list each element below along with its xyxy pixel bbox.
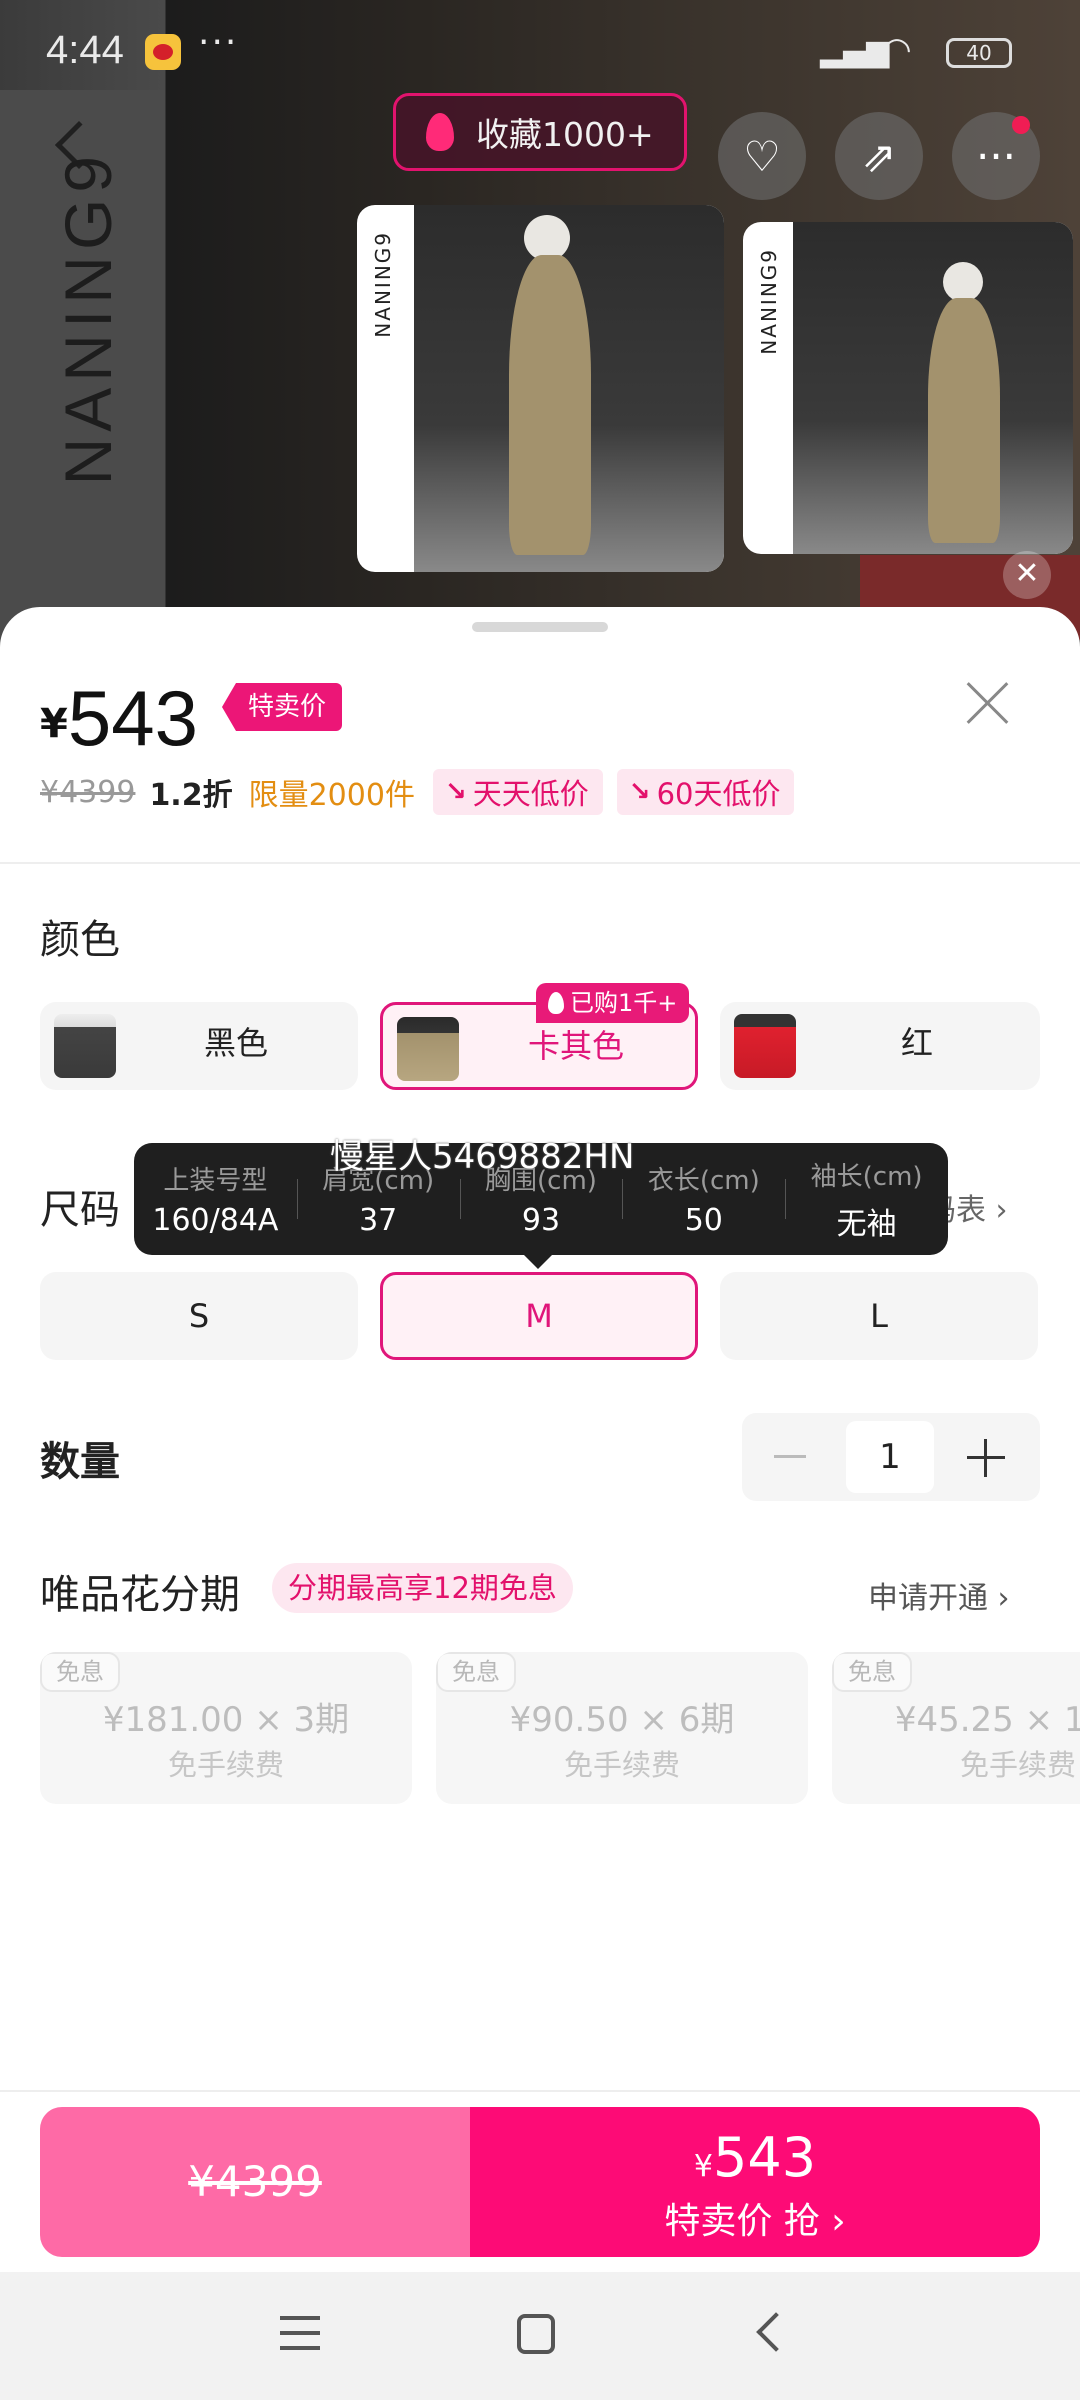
home-icon[interactable] <box>517 2314 555 2354</box>
plan-amount: ¥45.25 × 12期 <box>894 1700 1080 1740</box>
sku-selector-sheet: ¥ 543 特卖价 ¥4399 1.2折 限量2000件 ↘ 天天低价 ↘ 60天低… <box>0 607 1080 2272</box>
quantity-section-title: 数量 <box>40 1439 120 1485</box>
status-more: ··· <box>198 22 239 63</box>
bought-count-badge: 已购1千+ <box>536 983 690 1023</box>
thumbnail-watermark: NANING9 <box>757 248 781 355</box>
color-label: 红 <box>900 1024 933 1062</box>
size-info-cell: 衣长(cm) 50 <box>622 1143 785 1255</box>
limited-quantity: 限量2000件 <box>248 778 415 813</box>
installment-section-title: 唯品花分期 <box>40 1572 240 1618</box>
current-price: 543 <box>67 674 198 762</box>
trend-down-icon: ↘ <box>444 777 467 807</box>
trend-down-icon: ↘ <box>628 777 651 807</box>
thumbnail-watermark: NANING9 <box>371 231 395 338</box>
sale-price: ¥543 <box>693 2126 817 2189</box>
chevron-right-icon: › <box>831 2201 846 2242</box>
flame-icon <box>426 113 454 151</box>
interest-free-badge: 免息 <box>832 1652 912 1692</box>
thumbnail-photo <box>793 222 1073 554</box>
share-button[interactable]: ⇗ <box>835 112 923 200</box>
flame-icon <box>548 992 564 1014</box>
price-row: ¥ 543 <box>40 667 198 757</box>
plan-amount: ¥181.00 × 3期 <box>102 1700 350 1740</box>
menu-icon[interactable] <box>280 2316 320 2352</box>
size-option-l[interactable]: L <box>720 1272 1038 1360</box>
currency-symbol: ¥ <box>40 701 68 747</box>
more-button[interactable]: ··· <box>952 112 1040 200</box>
chevron-right-icon: › <box>997 1581 1010 1616</box>
watermark-text: 慢星人5469882HN <box>330 1137 635 1177</box>
color-option-black[interactable]: 黑色 <box>40 1002 358 1090</box>
plus-icon[interactable] <box>967 1439 1005 1477</box>
buy-at-original-button[interactable]: ¥4399 <box>40 2107 470 2257</box>
plan-fee: 免手续费 <box>959 1748 1076 1782</box>
notification-dot <box>1012 116 1030 134</box>
sale-label: 特卖价 抢 › <box>664 2201 846 2242</box>
favorite-button[interactable]: ♡ <box>718 112 806 200</box>
favorites-badge[interactable]: 收藏1000+ <box>393 93 687 171</box>
size-option-m[interactable]: M <box>380 1272 698 1360</box>
sixty-day-low-price-tag: ↘ 60天低价 <box>616 769 795 815</box>
share-icon: ⇗ <box>861 131 897 181</box>
quantity-input[interactable]: 1 <box>846 1421 934 1493</box>
quantity-stepper: 1 <box>742 1413 1040 1501</box>
more-icon: ··· <box>975 131 1017 181</box>
brand-logo: NANING9 <box>51 150 125 486</box>
installment-plan-6[interactable]: 免息 ¥90.50 × 6期 免手续费 <box>436 1652 808 1804</box>
chevron-right-icon: › <box>995 1193 1008 1228</box>
color-section-title: 颜色 <box>40 917 120 963</box>
weibo-icon <box>145 34 181 70</box>
divider <box>0 862 1080 864</box>
original-price: ¥4399 <box>188 2157 322 2206</box>
close-icon[interactable] <box>962 677 1012 727</box>
daily-low-price-tag: ↘ 天天低价 <box>432 769 603 815</box>
system-nav-bar <box>0 2272 1080 2400</box>
status-time: 4:44 <box>46 28 124 72</box>
buy-bar: ¥4399 ¥543 特卖价 抢 › <box>40 2107 1040 2257</box>
divider <box>0 2090 1080 2092</box>
close-gallery-icon[interactable]: ✕ <box>1003 551 1051 599</box>
plan-fee: 免手续费 <box>563 1748 680 1782</box>
color-swatch <box>734 1014 796 1078</box>
discount-rate: 1.2折 <box>149 778 233 813</box>
sale-price-tag: 特卖价 <box>222 683 343 731</box>
heart-plus-icon: ♡ <box>743 131 781 181</box>
color-swatch <box>397 1017 459 1081</box>
plan-fee: 免手续费 <box>167 1748 284 1782</box>
thumbnail-photo <box>414 205 724 572</box>
size-section-title: 尺码 <box>40 1187 120 1233</box>
color-swatch <box>54 1014 116 1078</box>
installment-apply-link[interactable]: 申请开通 › <box>868 1573 1010 1617</box>
size-info-cell: 袖长(cm) 无袖 <box>785 1143 948 1255</box>
interest-free-badge: 免息 <box>436 1652 516 1692</box>
thumbnail-2[interactable]: NANING9 <box>743 222 1073 554</box>
favorites-count: 收藏1000+ <box>476 115 654 154</box>
wifi-icon: ◠ <box>882 30 912 70</box>
interest-free-badge: 免息 <box>40 1652 120 1692</box>
installment-plan-3[interactable]: 免息 ¥181.00 × 3期 免手续费 <box>40 1652 412 1804</box>
installment-plan-12[interactable]: 免息 ¥45.25 × 12期 免手续费 <box>832 1652 1080 1804</box>
thumbnail-1[interactable]: NANING9 <box>357 205 724 572</box>
original-price: ¥4399 <box>40 774 136 810</box>
price-details: ¥4399 1.2折 限量2000件 ↘ 天天低价 ↘ 60天低价 <box>40 767 808 817</box>
installment-promo-badge: 分期最高享12期免息 <box>272 1563 573 1613</box>
color-option-red[interactable]: 红 <box>720 1002 1040 1090</box>
drag-handle[interactable] <box>472 622 608 632</box>
battery-icon: 40 <box>946 38 1012 68</box>
color-label: 黑色 <box>203 1024 268 1062</box>
status-bar: 4:44 ··· ▂▄▆ ◠ 40 <box>0 0 1080 100</box>
back-icon[interactable] <box>756 2312 796 2352</box>
signal-icon: ▂▄▆ <box>820 34 890 69</box>
plan-amount: ¥90.50 × 6期 <box>509 1700 735 1740</box>
size-info-cell: 上装号型 160/84A <box>152 1166 279 1238</box>
size-option-s[interactable]: S <box>40 1272 358 1360</box>
minus-icon[interactable] <box>774 1455 806 1458</box>
buy-at-sale-button[interactable]: ¥543 特卖价 抢 › <box>470 2107 1040 2257</box>
